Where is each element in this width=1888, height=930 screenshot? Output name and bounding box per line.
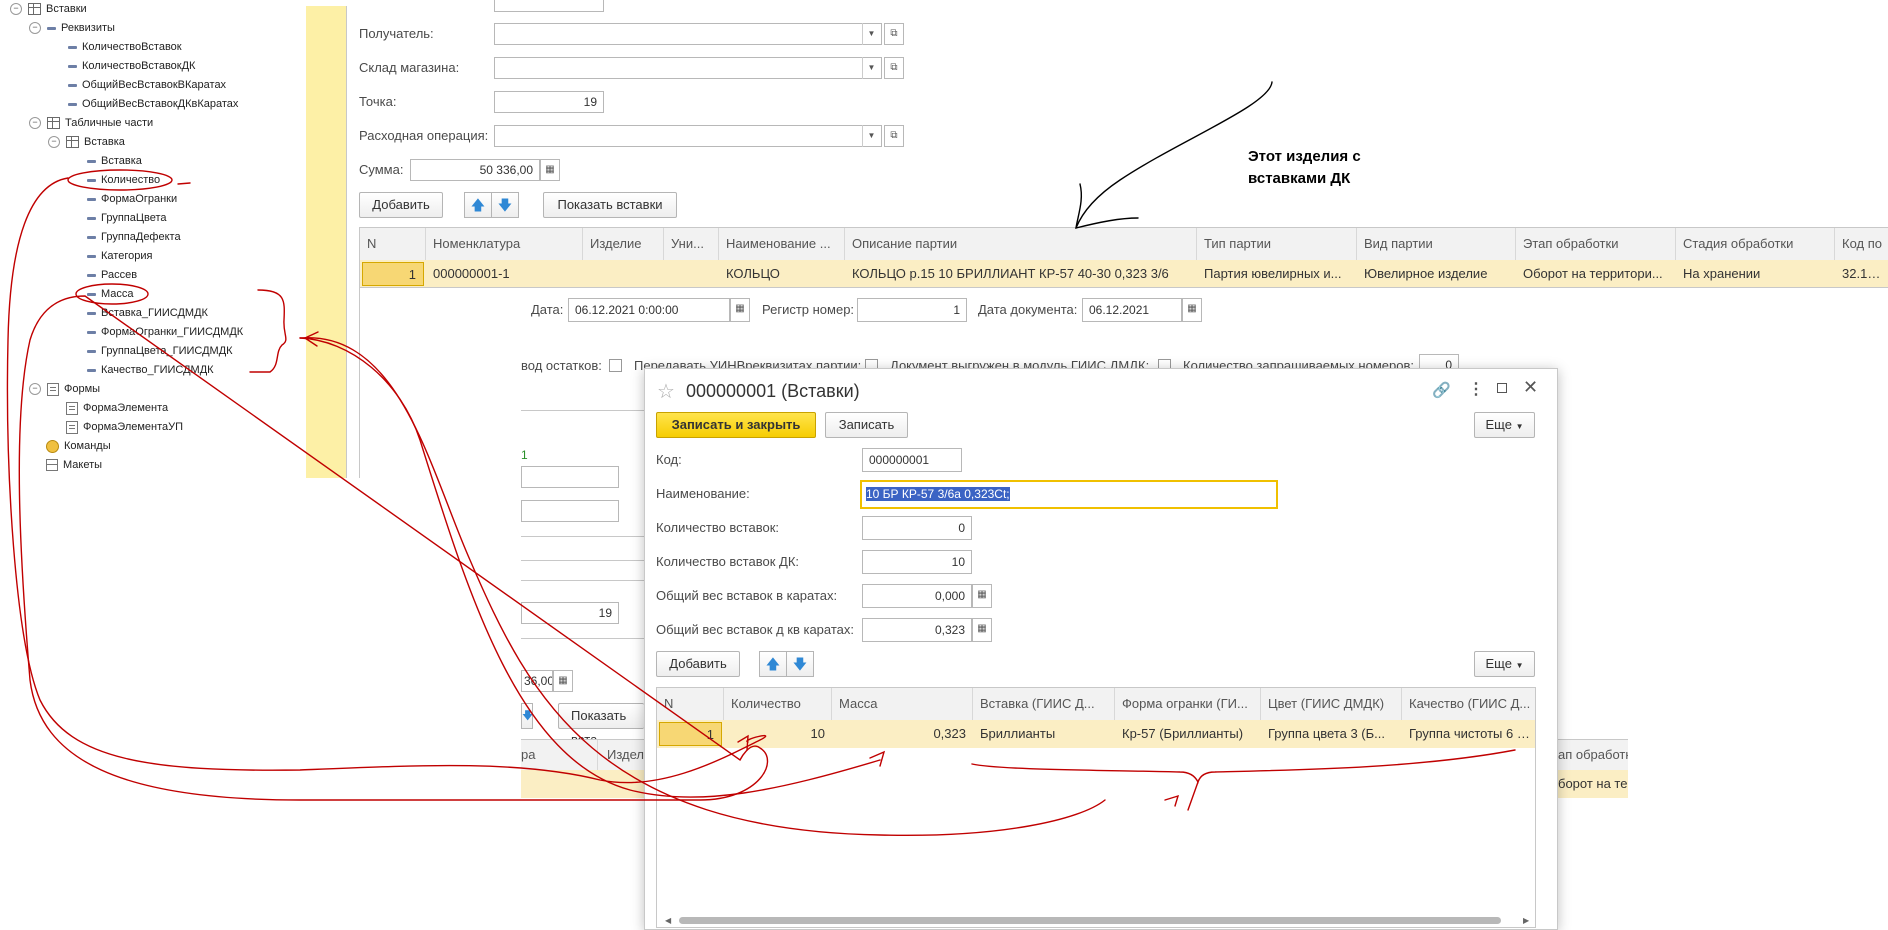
brace-giis-columns (971, 749, 1516, 784)
circle-massa (75, 283, 149, 305)
hand-drawn-annotations (6, 81, 1516, 837)
loop-massa (18, 295, 769, 801)
arrowhead-mass (869, 750, 886, 767)
circle-kolichestvo (67, 169, 173, 191)
black-arrowhead (1075, 183, 1139, 229)
loop-giis-to-mass (299, 337, 881, 798)
mark-dash (177, 182, 191, 185)
brace-giis (249, 289, 287, 373)
brace-tail (1187, 781, 1199, 811)
arrowhead-brace (1164, 794, 1180, 807)
loop-kolichestvo (6, 177, 767, 784)
loop-giis-to-color (299, 337, 1106, 837)
black-arrow-line (1075, 81, 1273, 229)
